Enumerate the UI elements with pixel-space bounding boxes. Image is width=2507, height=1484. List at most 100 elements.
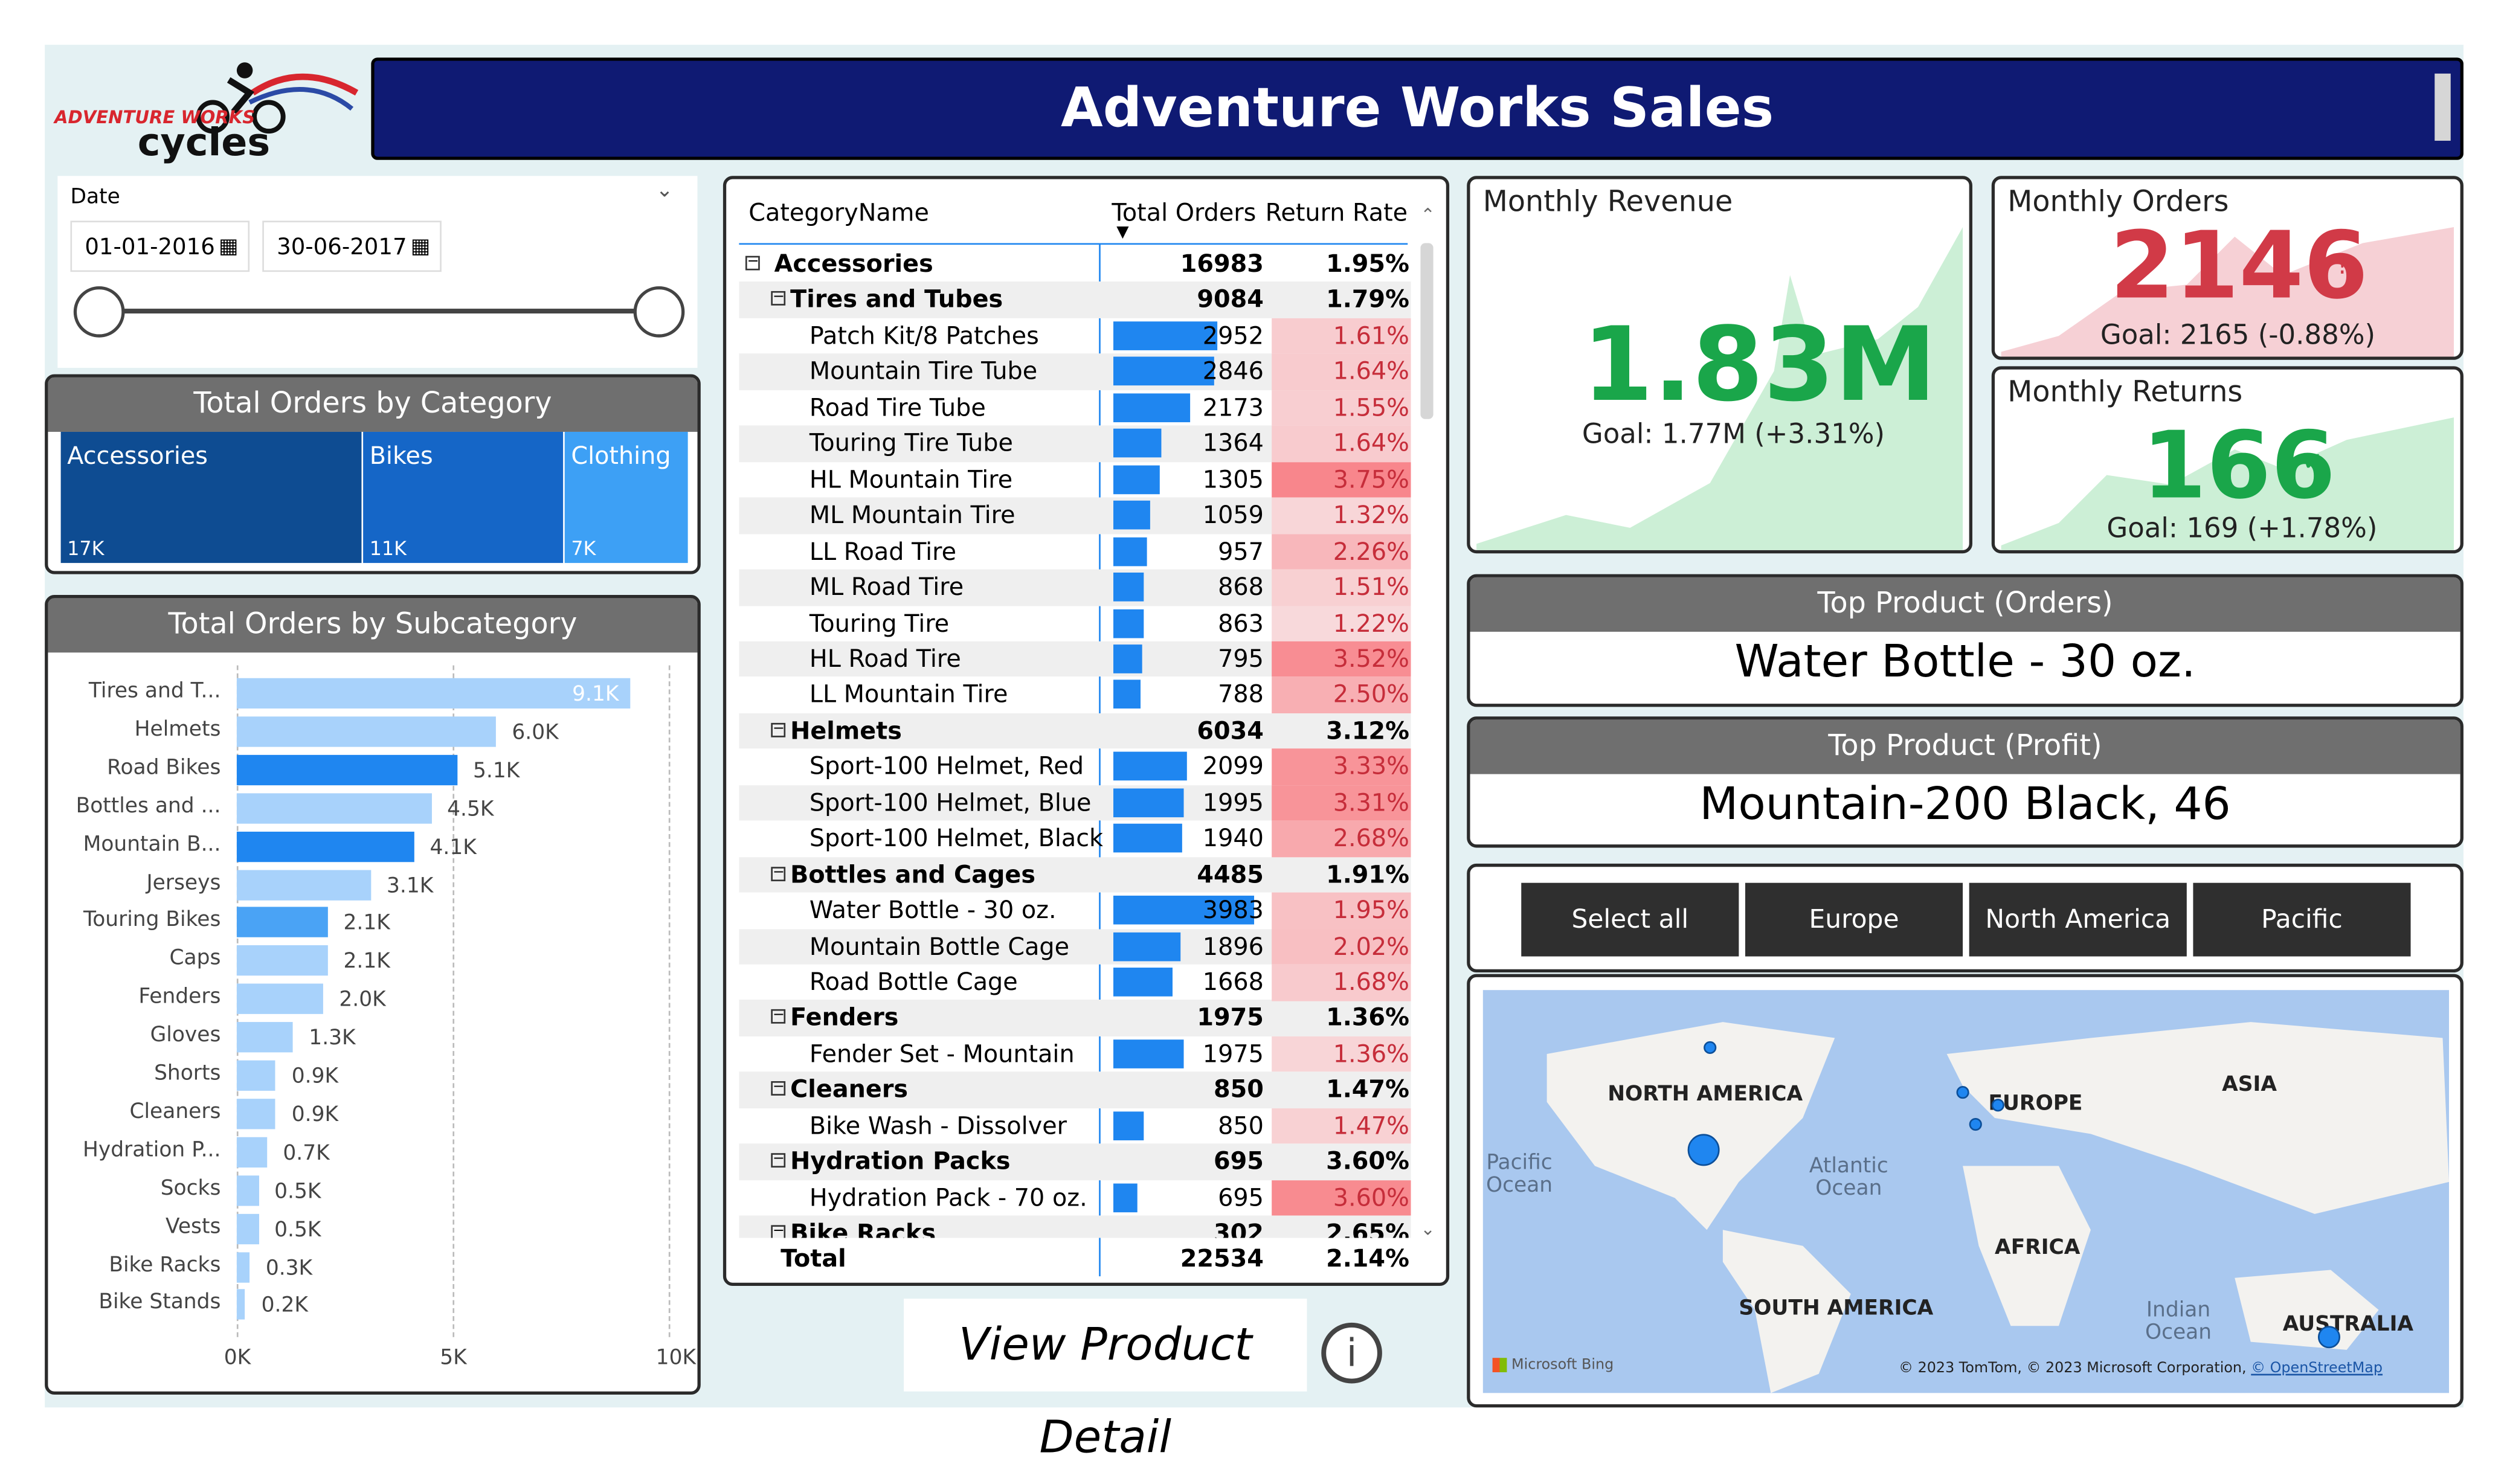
matrix-row[interactable]: LL Road Tire 957 2.26% xyxy=(739,533,1411,570)
date-range-start-handle[interactable] xyxy=(73,286,125,338)
bar[interactable] xyxy=(236,1290,246,1320)
region-europe-button[interactable]: Europe xyxy=(1745,882,1963,957)
bar[interactable] xyxy=(236,1213,259,1244)
collapse-icon[interactable]: − xyxy=(771,1009,786,1024)
bar[interactable] xyxy=(236,984,323,1015)
treemap-tile-bikes[interactable]: Bikes 11K xyxy=(363,431,564,564)
scroll-down-icon[interactable]: ⌄ xyxy=(1420,1219,1435,1239)
collapse-icon[interactable]: − xyxy=(745,255,760,271)
checkmark-icon: ✓ xyxy=(1841,349,1865,382)
start-date-input[interactable]: 01-01-2016 ▦ xyxy=(70,220,250,274)
collapse-icon[interactable]: − xyxy=(771,291,786,306)
bar[interactable] xyxy=(236,1098,276,1129)
matrix-row-rate: 3.60% xyxy=(1272,1180,1411,1216)
end-date-input[interactable]: 30-06-2017 ▦ xyxy=(262,220,442,272)
region-select-all-button[interactable]: Select all xyxy=(1521,882,1739,957)
banner-scrollbar[interactable] xyxy=(2435,73,2451,141)
bar[interactable] xyxy=(236,716,496,747)
orders-map[interactable]: NORTH AMERICA EUROPE ASIA AFRICA SOUTH A… xyxy=(1467,974,2464,1408)
matrix-row[interactable]: Road Tire Tube 2173 1.55% xyxy=(739,390,1411,426)
matrix-header-category[interactable]: CategoryName xyxy=(748,198,929,227)
bar[interactable] xyxy=(236,945,328,977)
matrix-row-orders: 957 xyxy=(1218,536,1264,566)
treemap-tile-accessories[interactable]: Accessories 17K xyxy=(60,431,362,564)
matrix-row-name: Road Tire Tube xyxy=(809,393,986,422)
matrix-group-row[interactable]: − Fenders 1975 1.36% xyxy=(739,1000,1411,1036)
map-bubble-europe-uk[interactable] xyxy=(1956,1085,1969,1099)
matrix-scrollbar[interactable] xyxy=(1420,243,1434,419)
bar[interactable] xyxy=(236,907,328,938)
bar[interactable] xyxy=(236,754,457,785)
map-bubble-europe-fr[interactable] xyxy=(1969,1117,1982,1131)
bar[interactable] xyxy=(236,792,431,823)
calendar-icon[interactable]: ▦ xyxy=(219,222,239,274)
map-attribution-text: © 2023 TomTom, © 2023 Microsoft Corporat… xyxy=(1899,1361,2247,1377)
matrix-row-name: Bike Racks xyxy=(790,1219,936,1238)
kpi-orders-goal: Goal: 2165 (-0.88%) xyxy=(2100,320,2376,352)
bar[interactable] xyxy=(236,830,414,862)
scroll-up-icon[interactable]: ⌃ xyxy=(1420,205,1435,225)
bar[interactable] xyxy=(236,1022,293,1053)
region-north-america-button[interactable]: North America xyxy=(1969,882,2187,957)
calendar-icon[interactable]: ▦ xyxy=(411,222,431,274)
matrix-group-row[interactable]: − Tires and Tubes 9084 1.79% xyxy=(739,282,1411,318)
matrix-row[interactable]: LL Mountain Tire 788 2.50% xyxy=(739,677,1411,713)
bar[interactable] xyxy=(236,1137,267,1168)
matrix-row[interactable]: Road Bottle Cage 1668 1.68% xyxy=(739,964,1411,1001)
date-range-end-handle[interactable] xyxy=(633,286,685,338)
bar[interactable] xyxy=(236,1175,259,1206)
matrix-row[interactable]: Water Bottle - 30 oz. 3983 1.95% xyxy=(739,892,1411,929)
collapse-icon[interactable]: − xyxy=(771,1224,786,1238)
matrix-group-row[interactable]: − Bike Racks 302 2.65% xyxy=(739,1215,1411,1238)
matrix-row[interactable]: Sport-100 Helmet, Blue 1995 3.31% xyxy=(739,785,1411,821)
bar[interactable] xyxy=(236,1251,250,1282)
matrix-group-row[interactable]: − Hydration Packs 695 3.60% xyxy=(739,1143,1411,1180)
region-pacific-button[interactable]: Pacific xyxy=(2193,882,2411,957)
matrix-row[interactable]: ML Mountain Tire 1059 1.32% xyxy=(739,497,1411,534)
collapse-icon[interactable]: − xyxy=(771,866,786,881)
treemap-tile-value: 11K xyxy=(369,537,407,560)
chevron-down-icon[interactable]: ⌄ xyxy=(656,179,674,204)
matrix-row[interactable]: ML Road Tire 868 1.51% xyxy=(739,569,1411,606)
matrix-row[interactable]: Mountain Tire Tube 2846 1.64% xyxy=(739,354,1411,390)
matrix-group-row[interactable]: − Helmets 6034 3.12% xyxy=(739,713,1411,750)
matrix-row[interactable]: Bike Wash - Dissolver 850 1.47% xyxy=(739,1108,1411,1145)
matrix-row[interactable]: Sport-100 Helmet, Black 1940 2.68% xyxy=(739,820,1411,857)
view-product-detail-button[interactable]: View Product Detail xyxy=(904,1299,1307,1463)
matrix-row[interactable]: HL Mountain Tire 1305 3.75% xyxy=(739,461,1411,498)
map-bubble-europe-de[interactable] xyxy=(1991,1099,2004,1112)
matrix-row[interactable]: Sport-100 Helmet, Red 2099 3.33% xyxy=(739,749,1411,785)
kpi-revenue-goal: Goal: 1.77M (+3.31%) xyxy=(1582,419,1885,451)
map-bubble-australia[interactable] xyxy=(2317,1326,2341,1349)
matrix-row-name: LL Mountain Tire xyxy=(809,680,1008,710)
collapse-icon[interactable]: − xyxy=(771,1153,786,1168)
matrix-header-orders[interactable]: Total Orders xyxy=(1112,198,1256,227)
collapse-icon[interactable]: − xyxy=(771,722,786,737)
matrix-row[interactable]: Mountain Bottle Cage 1896 2.02% xyxy=(739,928,1411,965)
matrix-row[interactable]: Fender Set - Mountain 1975 1.36% xyxy=(739,1036,1411,1073)
matrix-row-name: Helmets xyxy=(790,716,902,745)
matrix-row-rate: 2.02% xyxy=(1272,928,1411,965)
map-bubble-canada[interactable] xyxy=(1704,1041,1717,1055)
bar[interactable] xyxy=(236,678,630,709)
matrix-row-rate: 3.60% xyxy=(1326,1147,1409,1176)
matrix-row[interactable]: Touring Tire Tube 1364 1.64% xyxy=(739,426,1411,462)
matrix-group-row[interactable]: − Cleaners 850 1.47% xyxy=(739,1072,1411,1108)
matrix-row[interactable]: Hydration Pack - 70 oz. 695 3.60% xyxy=(739,1180,1411,1216)
matrix-row[interactable]: Patch Kit/8 Patches 2952 1.61% xyxy=(739,318,1411,355)
info-icon[interactable]: i xyxy=(1321,1322,1382,1384)
x-axis-tick: 5K xyxy=(440,1347,467,1372)
matrix-group-row[interactable]: − Bottles and Cages 4485 1.91% xyxy=(739,856,1411,893)
map-bubble-north-america[interactable] xyxy=(1687,1134,1720,1166)
openstreetmap-link[interactable]: © OpenStreetMap xyxy=(2251,1361,2383,1376)
matrix-header-rate[interactable]: Return Rate xyxy=(1266,198,1408,227)
collapse-icon[interactable]: − xyxy=(771,1081,786,1096)
matrix-row-orders: 1364 xyxy=(1202,429,1264,458)
matrix-row[interactable]: HL Road Tire 795 3.52% xyxy=(739,641,1411,678)
treemap-tile-clothing[interactable]: Clothing 7K xyxy=(564,431,688,564)
matrix-group-row[interactable]: − Accessories 16983 1.95% xyxy=(739,246,1411,283)
matrix-row[interactable]: Touring Tire 863 1.22% xyxy=(739,605,1411,641)
bar[interactable] xyxy=(236,869,371,900)
bar[interactable] xyxy=(236,1060,276,1091)
orders-data-bar xyxy=(1113,573,1144,602)
